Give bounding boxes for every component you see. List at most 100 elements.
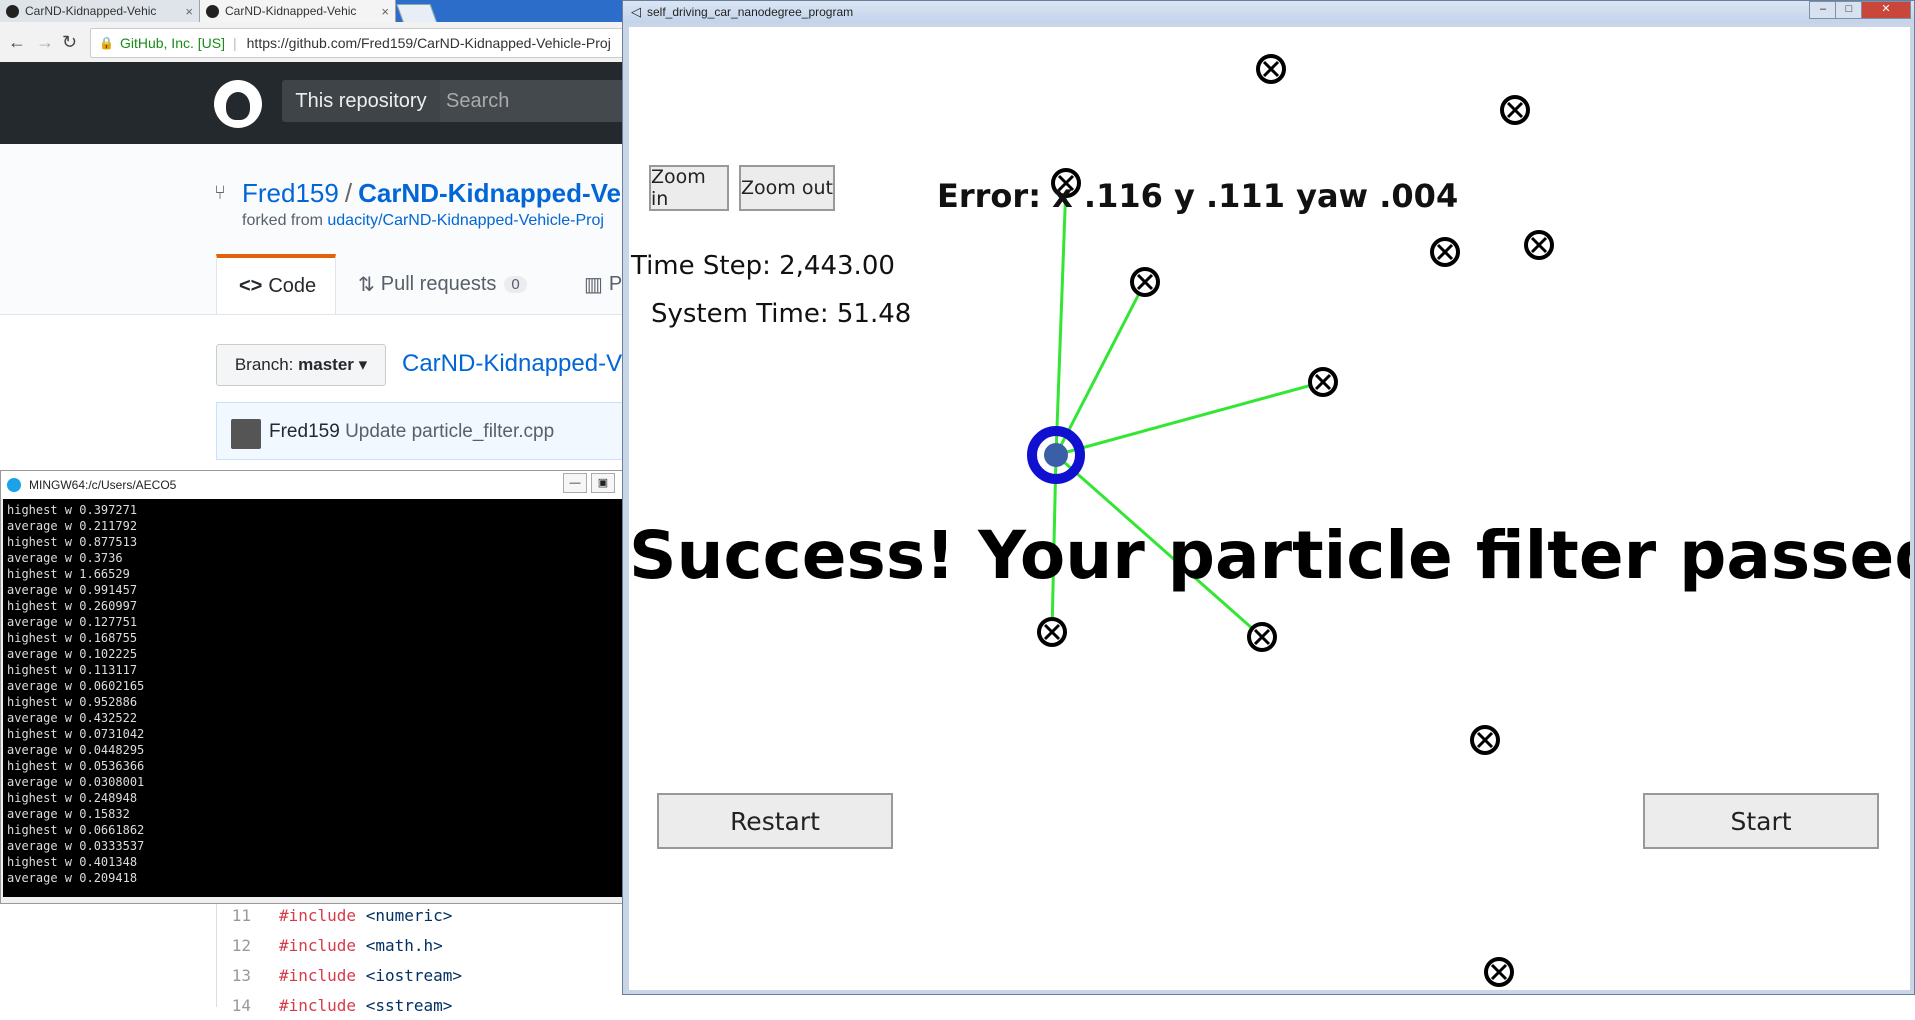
- observation-line: [1054, 182, 1068, 456]
- caret-down-icon: ▾: [358, 355, 368, 374]
- new-tab-button[interactable]: [396, 4, 438, 24]
- tab-projects[interactable]: ▥ P: [584, 254, 622, 314]
- github-icon: [206, 4, 219, 18]
- minimize-icon[interactable]: –: [1809, 1, 1837, 19]
- zoom-out-button[interactable]: Zoom out: [739, 165, 835, 211]
- terminal-line: average w 0.0308001: [7, 775, 145, 789]
- reload-icon[interactable]: ↻: [62, 32, 77, 53]
- terminal-line: highest w 0.0661862: [7, 823, 145, 837]
- tab-pulls-label: Pull requests: [380, 272, 497, 295]
- pull-request-icon: ⇅: [358, 273, 375, 296]
- code-keyword: #include: [279, 905, 357, 925]
- minimize-icon[interactable]: —: [563, 473, 587, 493]
- code-line: 12 #include <math.h>: [217, 930, 443, 960]
- commit-author[interactable]: Fred159: [269, 421, 340, 442]
- project-icon: ▥: [584, 273, 603, 296]
- terminal-line: average w 0.15832: [7, 807, 130, 821]
- close-icon[interactable]: ×: [185, 4, 193, 19]
- simulator-canvas[interactable]: Zoom in Zoom out Error: x .116 y .111 ya…: [629, 27, 1910, 990]
- terminal-line: average w 0.127751: [7, 615, 138, 629]
- commit-text[interactable]: Update particle_filter.cpp: [345, 421, 554, 442]
- terminal-line: average w 0.0602165: [7, 679, 145, 693]
- success-message: Success! Your particle filter passed!: [629, 517, 1910, 594]
- repo-name-link[interactable]: CarND-Kidnapped-Ve: [358, 178, 621, 208]
- terminal-line: highest w 1.66529: [7, 567, 130, 581]
- avatar[interactable]: [231, 419, 261, 449]
- browser-tab-1[interactable]: CarND-Kidnapped-Vehic ×: [0, 0, 200, 22]
- terminal-line: highest w 0.248948: [7, 791, 138, 805]
- line-number[interactable]: 11: [217, 906, 279, 925]
- tab-code[interactable]: <> Code: [216, 254, 336, 314]
- simulator-title: self_driving_car_nanodegree_program: [647, 5, 854, 19]
- forked-source-link[interactable]: udacity/CarND-Kidnapped-Vehicle-Proj: [327, 212, 604, 229]
- landmark-icon: [1470, 725, 1500, 755]
- terminal-line: highest w 0.260997: [7, 599, 138, 613]
- time-step-readout: Time Step: 2,443.00: [631, 251, 895, 281]
- landmark-icon: [1130, 267, 1160, 297]
- tab-projects-label: P: [608, 272, 623, 295]
- divider: |: [233, 35, 237, 51]
- observation-line: [1054, 281, 1147, 456]
- lock-icon: 🔒: [99, 36, 114, 50]
- line-number[interactable]: 14: [217, 996, 279, 1015]
- repo-title: Fred159/CarND-Kidnapped-Ve: [242, 178, 621, 209]
- landmark-icon: [1308, 367, 1338, 397]
- url-text: https://github.com/Fred159/CarND-Kidnapp…: [246, 35, 611, 51]
- url-field[interactable]: 🔒 GitHub, Inc. [US] | https://github.com…: [90, 28, 652, 58]
- github-icon: [6, 4, 19, 18]
- code-include: <sstream>: [365, 995, 453, 1015]
- browser-tab-2[interactable]: CarND-Kidnapped-Vehic ×: [200, 0, 396, 22]
- search-scope[interactable]: This repository: [282, 80, 440, 122]
- terminal-window[interactable]: MINGW64:/c/Users/AECO5 — ▣ highest w 0.3…: [0, 470, 624, 904]
- tab-strip: CarND-Kidnapped-Vehic × CarND-Kidnapped-…: [0, 0, 640, 24]
- code-view: 11 #include <numeric> 12 #include <math.…: [216, 900, 641, 1015]
- tab-pull-requests[interactable]: ⇅ Pull requests 0: [358, 254, 527, 314]
- terminal-output[interactable]: highest w 0.397271 average w 0.211792 high…: [3, 499, 623, 897]
- line-number[interactable]: 13: [217, 966, 279, 985]
- landmark-icon: [1256, 54, 1286, 84]
- forked-prefix: forked from: [242, 212, 323, 229]
- terminal-line: highest w 0.0731042: [7, 727, 145, 741]
- zoom-in-button[interactable]: Zoom in: [649, 165, 729, 211]
- address-bar: ← → ↻ 🔒 GitHub, Inc. [US] | https://gith…: [0, 22, 652, 63]
- simulator-window[interactable]: ◁ self_driving_car_nanodegree_program – …: [622, 0, 1915, 1007]
- search-input[interactable]: Search: [440, 80, 640, 122]
- terminal-line: highest w 0.877513: [7, 535, 138, 549]
- line-number[interactable]: 12: [217, 936, 279, 955]
- restart-button[interactable]: Restart: [657, 793, 893, 849]
- maximize-icon[interactable]: □: [1835, 1, 1863, 19]
- landmark-icon: [1484, 957, 1514, 987]
- terminal-line: average w 0.0333537: [7, 839, 145, 853]
- terminal-line: highest w 0.397271: [7, 503, 138, 517]
- simulator-titlebar[interactable]: ◁ self_driving_car_nanodegree_program – …: [623, 1, 1914, 23]
- landmark-icon: [1524, 230, 1554, 260]
- forward-icon[interactable]: →: [36, 32, 54, 53]
- repo-owner-link[interactable]: Fred159: [242, 178, 339, 208]
- mingw-icon: [7, 478, 21, 492]
- certificate-label: GitHub, Inc. [US]: [119, 35, 225, 51]
- code-keyword: #include: [279, 965, 357, 985]
- tab-label: CarND-Kidnapped-Vehic: [225, 4, 357, 18]
- start-button[interactable]: Start: [1643, 793, 1879, 849]
- simulator-frame: ◁ self_driving_car_nanodegree_program – …: [622, 0, 1915, 995]
- terminal-line: average w 0.3736: [7, 551, 123, 565]
- pulls-counter: 0: [504, 275, 527, 293]
- code-keyword: #include: [279, 935, 357, 955]
- maximize-icon[interactable]: ▣: [591, 473, 615, 493]
- latest-commit: Fred159 Update particle_filter.cpp: [216, 402, 640, 460]
- close-icon[interactable]: ✕: [1861, 1, 1911, 19]
- branch-selector[interactable]: Branch: master ▾: [216, 344, 386, 386]
- terminal-line: highest w 0.952886: [7, 695, 138, 709]
- code-include: <numeric>: [365, 905, 453, 925]
- terminal-titlebar[interactable]: MINGW64:/c/Users/AECO5 — ▣: [1, 471, 623, 499]
- repo-breadcrumb-link[interactable]: CarND-Kidnapped-V: [402, 350, 622, 378]
- close-icon[interactable]: ×: [381, 4, 389, 19]
- terminal-line: highest w 0.401348: [7, 855, 138, 869]
- branch-name: master: [298, 355, 354, 374]
- tab-label: CarND-Kidnapped-Vehic: [25, 4, 157, 18]
- terminal-line: average w 0.209418: [7, 871, 138, 885]
- github-logo-icon[interactable]: [214, 80, 262, 128]
- code-keyword: #include: [279, 995, 357, 1015]
- back-icon[interactable]: ←: [8, 32, 26, 53]
- landmark-icon: [1037, 617, 1067, 647]
